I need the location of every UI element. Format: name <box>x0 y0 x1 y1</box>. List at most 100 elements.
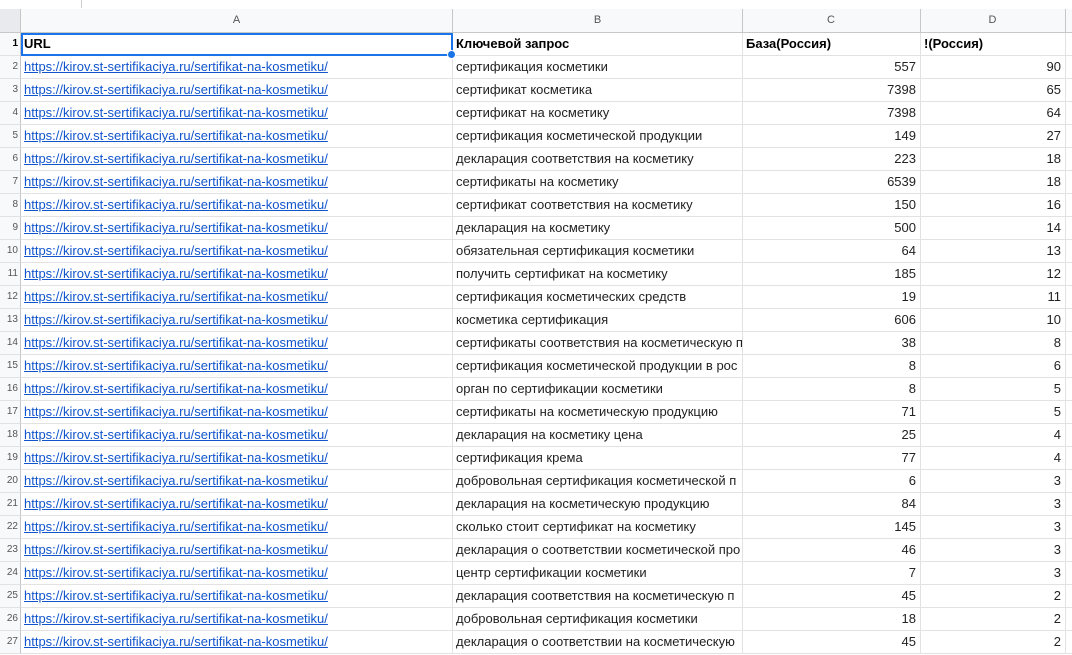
cell-empty[interactable] <box>1066 424 1072 447</box>
cell-keyword[interactable]: декларация на косметику цена <box>453 424 743 447</box>
cell-exact[interactable]: 65 <box>921 79 1066 102</box>
cell-base[interactable]: 71 <box>743 401 921 424</box>
cell-keyword[interactable]: декларация на косметическую продукцию <box>453 493 743 516</box>
row-number[interactable]: 13 <box>0 309 21 332</box>
cell-exact[interactable]: 12 <box>921 263 1066 286</box>
cell-empty[interactable] <box>1066 539 1072 562</box>
url-link[interactable]: https://kirov.st-sertifikaciya.ru/sertif… <box>24 82 328 97</box>
url-link[interactable]: https://kirov.st-sertifikaciya.ru/sertif… <box>24 381 328 396</box>
cell-keyword[interactable]: центр сертификации косметики <box>453 562 743 585</box>
url-link[interactable]: https://kirov.st-sertifikaciya.ru/sertif… <box>24 174 328 189</box>
url-link[interactable]: https://kirov.st-sertifikaciya.ru/sertif… <box>24 312 328 327</box>
cell-keyword[interactable]: декларация на косметику <box>453 217 743 240</box>
cell-url[interactable]: https://kirov.st-sertifikaciya.ru/sertif… <box>21 79 453 102</box>
url-link[interactable]: https://kirov.st-sertifikaciya.ru/sertif… <box>24 128 328 143</box>
fill-handle[interactable] <box>447 50 456 59</box>
cell-keyword[interactable]: сертификаты на косметику <box>453 171 743 194</box>
cell-url[interactable]: https://kirov.st-sertifikaciya.ru/sertif… <box>21 401 453 424</box>
url-link[interactable]: https://kirov.st-sertifikaciya.ru/sertif… <box>24 105 328 120</box>
cell-empty[interactable] <box>1066 332 1072 355</box>
url-link[interactable]: https://kirov.st-sertifikaciya.ru/sertif… <box>24 565 328 580</box>
cell-keyword[interactable]: декларация соответствия на косметическую… <box>453 585 743 608</box>
cell-empty[interactable] <box>1066 56 1072 79</box>
row-number[interactable]: 3 <box>0 79 21 102</box>
cell-empty[interactable] <box>1066 470 1072 493</box>
cell-keyword[interactable]: сертификат соответствия на косметику <box>453 194 743 217</box>
cell-empty[interactable] <box>1066 263 1072 286</box>
cell-url[interactable]: https://kirov.st-sertifikaciya.ru/sertif… <box>21 585 453 608</box>
row-number[interactable]: 11 <box>0 263 21 286</box>
row-number[interactable]: 14 <box>0 332 21 355</box>
cell-exact[interactable]: 64 <box>921 102 1066 125</box>
cell-url[interactable]: https://kirov.st-sertifikaciya.ru/sertif… <box>21 539 453 562</box>
cell-keyword[interactable]: декларация соответствия на косметику <box>453 148 743 171</box>
cell-base[interactable]: 25 <box>743 424 921 447</box>
cell-keyword[interactable]: добровольная сертификация косметической … <box>453 470 743 493</box>
cell-exact[interactable]: 3 <box>921 516 1066 539</box>
cell-exact[interactable]: 6 <box>921 355 1066 378</box>
cell-base[interactable]: 149 <box>743 125 921 148</box>
cell-keyword[interactable]: декларация о соответствии на косметическ… <box>453 631 743 654</box>
cell-url[interactable]: https://kirov.st-sertifikaciya.ru/sertif… <box>21 516 453 539</box>
cell-url[interactable]: https://kirov.st-sertifikaciya.ru/sertif… <box>21 56 453 79</box>
cell-exact[interactable]: 5 <box>921 378 1066 401</box>
row-number[interactable]: 7 <box>0 171 21 194</box>
cell-url[interactable]: https://kirov.st-sertifikaciya.ru/sertif… <box>21 194 453 217</box>
cell-base[interactable]: 84 <box>743 493 921 516</box>
cell-url[interactable]: https://kirov.st-sertifikaciya.ru/sertif… <box>21 240 453 263</box>
cell-keyword[interactable]: сертификат на косметику <box>453 102 743 125</box>
cell-keyword-header[interactable]: Ключевой запрос <box>453 33 743 56</box>
cell-base[interactable]: 38 <box>743 332 921 355</box>
cell-exact[interactable]: 4 <box>921 424 1066 447</box>
cell-exact[interactable]: 5 <box>921 401 1066 424</box>
row-number[interactable]: 6 <box>0 148 21 171</box>
url-link[interactable]: https://kirov.st-sertifikaciya.ru/sertif… <box>24 151 328 166</box>
cell-base[interactable]: 6539 <box>743 171 921 194</box>
cell-base-header[interactable]: База(Россия) <box>743 33 921 56</box>
row-number[interactable]: 25 <box>0 585 21 608</box>
cell-exact[interactable]: 13 <box>921 240 1066 263</box>
cell-keyword[interactable]: косметика сертификация <box>453 309 743 332</box>
url-link[interactable]: https://kirov.st-sertifikaciya.ru/sertif… <box>24 266 328 281</box>
url-link[interactable]: https://kirov.st-sertifikaciya.ru/sertif… <box>24 634 328 649</box>
cell-url[interactable]: https://kirov.st-sertifikaciya.ru/sertif… <box>21 378 453 401</box>
column-header-c[interactable]: C <box>743 9 921 33</box>
cell-exact[interactable]: 8 <box>921 332 1066 355</box>
row-number[interactable]: 18 <box>0 424 21 447</box>
cell-empty[interactable] <box>1066 171 1072 194</box>
url-link[interactable]: https://kirov.st-sertifikaciya.ru/sertif… <box>24 427 328 442</box>
cell-exact[interactable]: 90 <box>921 56 1066 79</box>
cell-url[interactable]: https://kirov.st-sertifikaciya.ru/sertif… <box>21 332 453 355</box>
cell-exact[interactable]: 4 <box>921 447 1066 470</box>
cell-keyword[interactable]: сколько стоит сертификат на косметику <box>453 516 743 539</box>
row-number[interactable]: 19 <box>0 447 21 470</box>
cell-url[interactable]: https://kirov.st-sertifikaciya.ru/sertif… <box>21 263 453 286</box>
cell-base[interactable]: 64 <box>743 240 921 263</box>
cell-empty[interactable] <box>1066 33 1072 56</box>
cell-url[interactable]: https://kirov.st-sertifikaciya.ru/sertif… <box>21 493 453 516</box>
row-number[interactable]: 4 <box>0 102 21 125</box>
cell-keyword[interactable]: обязательная сертификация косметики <box>453 240 743 263</box>
cell-base[interactable]: 19 <box>743 286 921 309</box>
cell-url[interactable]: https://kirov.st-sertifikaciya.ru/sertif… <box>21 608 453 631</box>
row-number[interactable]: 24 <box>0 562 21 585</box>
url-link[interactable]: https://kirov.st-sertifikaciya.ru/sertif… <box>24 358 328 373</box>
cell-empty[interactable] <box>1066 355 1072 378</box>
cell-url[interactable]: https://kirov.st-sertifikaciya.ru/sertif… <box>21 447 453 470</box>
cell-url[interactable]: https://kirov.st-sertifikaciya.ru/sertif… <box>21 125 453 148</box>
cell-exact[interactable]: 3 <box>921 562 1066 585</box>
cell-keyword[interactable]: сертификация косметической продукции в р… <box>453 355 743 378</box>
row-number[interactable]: 16 <box>0 378 21 401</box>
cell-exact[interactable]: 2 <box>921 631 1066 654</box>
cell-exact[interactable]: 16 <box>921 194 1066 217</box>
cell-exact[interactable]: 10 <box>921 309 1066 332</box>
row-number[interactable]: 12 <box>0 286 21 309</box>
cell-url[interactable]: https://kirov.st-sertifikaciya.ru/sertif… <box>21 102 453 125</box>
cell-empty[interactable] <box>1066 516 1072 539</box>
cell-exact[interactable]: 18 <box>921 171 1066 194</box>
cell-exact[interactable]: 14 <box>921 217 1066 240</box>
url-link[interactable]: https://kirov.st-sertifikaciya.ru/sertif… <box>24 519 328 534</box>
cell-empty[interactable] <box>1066 148 1072 171</box>
url-link[interactable]: https://kirov.st-sertifikaciya.ru/sertif… <box>24 450 328 465</box>
cell-exact[interactable]: 2 <box>921 585 1066 608</box>
